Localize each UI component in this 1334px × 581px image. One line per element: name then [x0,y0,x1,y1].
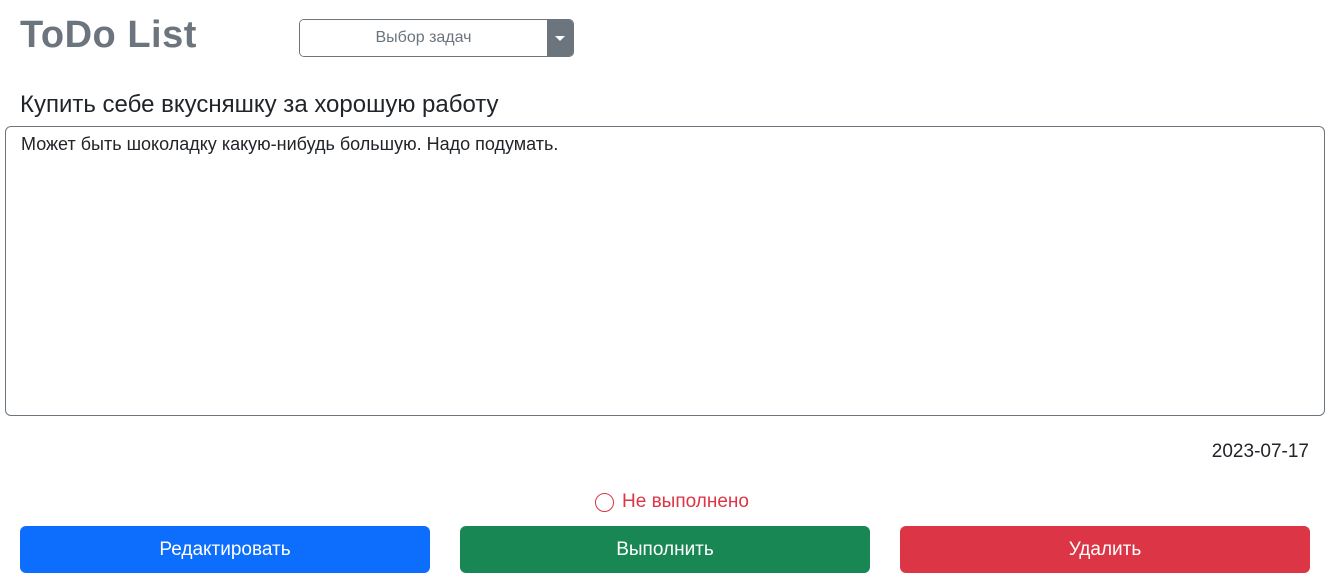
task-date: 2023-07-17 [1211,441,1309,462]
task-description-textarea[interactable]: Может быть шоколадку какую-нибудь большу… [5,126,1325,416]
task-status-label: Не выполнено [622,491,749,512]
caret-down-icon [555,35,565,41]
edit-button[interactable]: Редактировать [20,526,430,573]
delete-button[interactable]: Удалить [900,526,1310,573]
circle-icon [595,492,615,512]
complete-button[interactable]: Выполнить [460,526,870,573]
task-select-dropdown[interactable]: Выбор задач [299,19,574,57]
task-title: Купить себе вкусняшку за хорошую работу [20,91,499,118]
todo-page: ToDo List Выбор задач Купить себе вкусня… [0,0,1334,581]
task-status: Не выполнено [0,490,1334,514]
task-select-label: Выбор задач [300,20,547,56]
app-title: ToDo List [20,14,197,56]
task-select-toggle-button[interactable] [547,20,573,56]
